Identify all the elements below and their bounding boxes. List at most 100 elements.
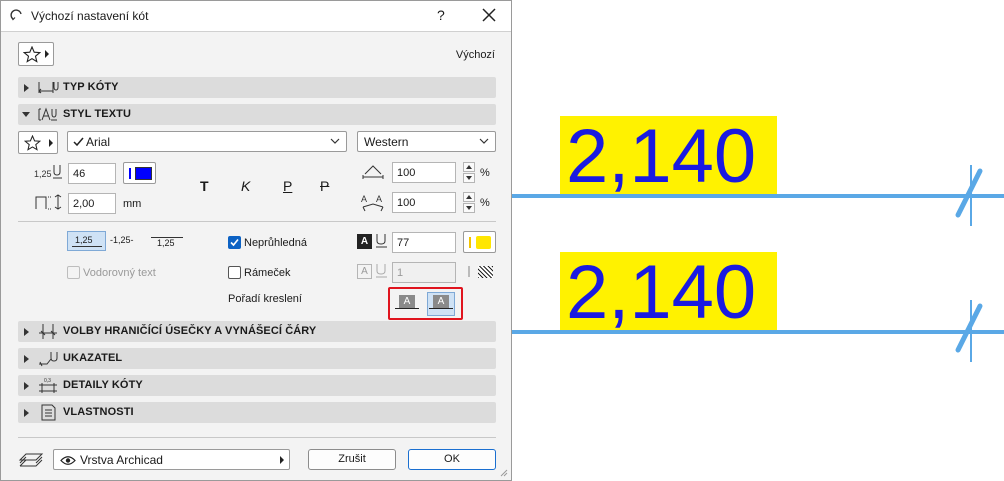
text-style-icon [38,107,57,121]
width-factor-icon [362,165,384,179]
marker-icon [39,352,58,367]
text-size-field[interactable]: 46 [68,163,116,184]
percent-unit: % [480,167,490,179]
chevron-down-icon [479,138,489,144]
preview-top-label: 2,140 [566,114,757,199]
preview-bottom-label: 2,140 [566,250,757,335]
horizontal-text-label: Vodorovný text [83,267,156,279]
char-spacing-field[interactable]: 100 [392,192,456,213]
horizontal-text-checkbox[interactable] [67,266,80,279]
svg-text:1,25: 1,25 [34,169,52,179]
layer-value: Vrstva Archicad [80,453,163,467]
section-text-style[interactable]: STYL TEXTU [18,104,496,125]
expand-arrow-icon [24,328,29,336]
checkmark-icon [73,137,84,147]
section-dimension-details[interactable]: 0,3 DETAILY KÓTY [18,375,496,396]
svg-text:0,3: 0,3 [44,378,51,384]
expand-arrow-icon [24,382,29,390]
collapse-arrow-icon [22,112,30,117]
chevron-down-icon [330,138,340,144]
char-spacing-spinner[interactable] [463,192,475,213]
text-size-icon: 1,25 [34,165,62,179]
pen-icon [376,234,387,248]
properties-icon [41,404,56,421]
opaque-checkbox[interactable] [228,236,241,249]
draw-order-front-button[interactable]: A [427,292,455,316]
placement-inline-button[interactable]: -1,25- [110,235,134,245]
resize-grip-icon[interactable] [500,469,508,477]
text-favorites-button[interactable] [18,131,58,154]
fill-pen-icon: A [357,234,372,249]
mm-unit: mm [123,198,142,210]
frame-pen-icon: A [357,264,372,279]
pen-color-button[interactable] [123,162,156,184]
draw-order-label: Pořadí kreslení [228,293,302,305]
dialog-title: Výchozí nastavení kót [31,9,149,23]
pattern-swatch [478,266,493,278]
placement-below-button[interactable]: 1,25 [151,231,187,251]
font-value: Arial [86,135,111,149]
svg-text:A: A [376,194,382,204]
separator [18,221,496,222]
pen-color-swatch [135,167,152,180]
frame-pen-field[interactable]: 1 [392,262,456,283]
title-bar: Výchozí nastavení kót ? [1,1,511,32]
section-properties[interactable]: VLASTNOSTI [18,402,496,423]
width-factor-field[interactable]: 100 [392,162,456,183]
width-factor-spinner[interactable] [463,162,475,183]
pen-marker [129,168,131,179]
strikethrough-button[interactable]: P [320,178,329,194]
underline-button[interactable]: P [283,178,292,194]
text-spacing-icon [35,194,62,210]
chevron-right-icon [45,50,49,58]
frame-checkbox[interactable] [228,266,241,279]
svg-text:A: A [361,194,367,204]
percent-unit: % [480,197,490,209]
preview-bottom-tick [955,303,983,353]
dimension-details-icon: 0,3 [39,378,57,393]
chevron-right-icon [49,138,53,147]
text-spacing-field[interactable]: 2,00 [68,193,116,214]
section-marker[interactable]: UKAZATEL [18,348,496,369]
default-label: Výchozí [455,49,495,61]
fill-color-swatch [476,236,491,249]
placement-above-button[interactable]: 1,25 [67,231,106,251]
dimension-type-icon [38,82,59,94]
dimension-settings-dialog: Výchozí nastavení kót ? Výchozí TYP KÓTY… [0,0,512,481]
pen-icon [376,264,387,278]
draw-order-behind-button[interactable]: A [394,293,422,315]
help-button[interactable]: ? [437,7,445,23]
witness-lines-icon [39,324,57,339]
font-dropdown[interactable]: Arial [67,131,347,152]
section-label: DETAILY KÓTY [63,379,143,391]
bold-button[interactable]: T [200,178,209,194]
star-icon [24,135,41,151]
frame-label: Rámeček [244,267,291,279]
section-label: VOLBY HRANIČÍCÍ ÚSEČKY A VYNÁŠECÍ ČÁRY [63,325,317,337]
section-label: VLASTNOSTI [63,406,134,418]
separator [18,437,496,438]
frame-pattern-button[interactable] [463,262,496,282]
layer-icon [18,453,44,467]
ok-button[interactable]: OK [408,449,496,470]
eye-icon [60,456,76,465]
section-label: UKAZATEL [63,352,123,364]
cancel-button[interactable]: Zrušit [308,449,396,470]
star-icon [23,46,41,63]
fill-pen-field[interactable]: 77 [392,232,456,253]
preview-top-tick [955,168,983,218]
dimension-tool-icon [10,9,22,21]
expand-arrow-icon [24,355,29,363]
section-witness-lines[interactable]: VOLBY HRANIČÍCÍ ÚSEČKY A VYNÁŠECÍ ČÁRY [18,321,496,342]
script-dropdown[interactable]: Western [357,131,496,152]
fill-color-button[interactable] [463,231,496,253]
section-dimension-type[interactable]: TYP KÓTY [18,77,496,98]
expand-arrow-icon [24,84,29,92]
italic-button[interactable]: K [241,178,250,194]
close-icon[interactable] [479,5,499,25]
opaque-label: Neprůhledná [244,237,307,249]
favorites-button[interactable] [18,42,54,66]
section-label: TYP KÓTY [63,81,119,93]
layer-dropdown[interactable]: Vrstva Archicad [53,449,290,470]
dimension-preview [512,116,1004,362]
